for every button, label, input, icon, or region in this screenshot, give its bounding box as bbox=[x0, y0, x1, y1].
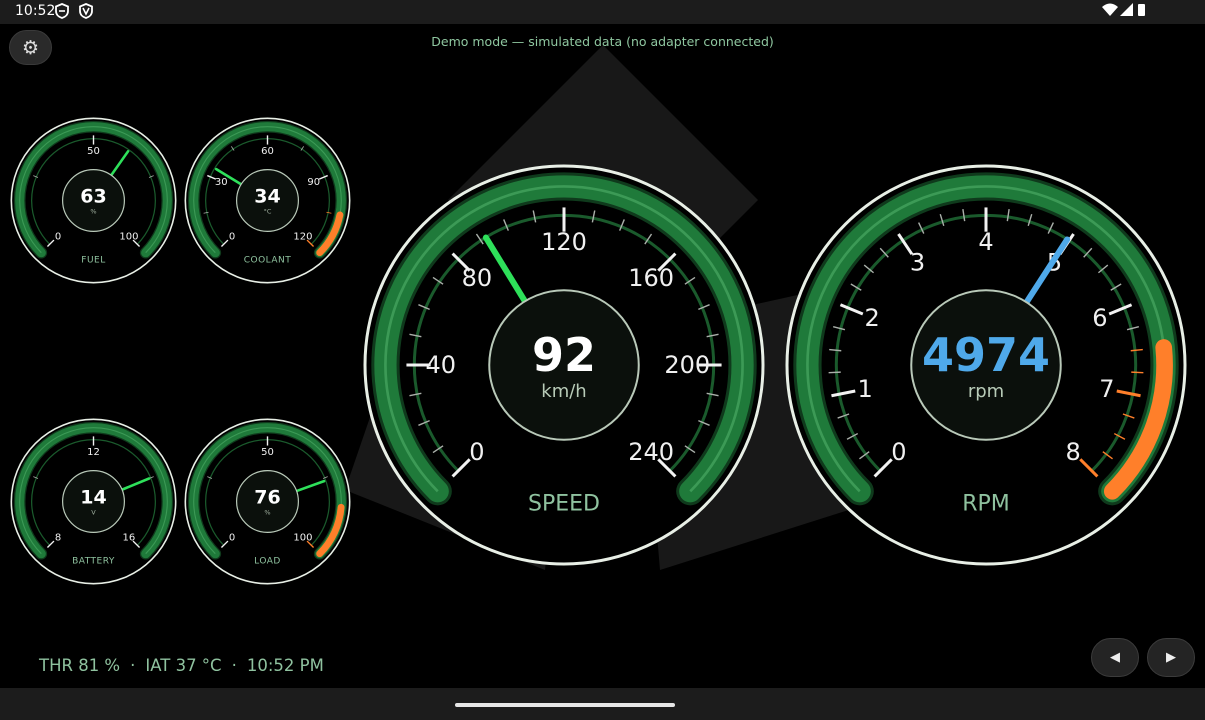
speed-tick-label: 80 bbox=[462, 264, 493, 292]
rpm-tick-label: 4 bbox=[978, 228, 993, 256]
right-arrow-icon: ▶ bbox=[1166, 650, 1176, 665]
load-tick-label: 100 bbox=[293, 532, 312, 543]
rpm-tick-label: 1 bbox=[858, 375, 873, 403]
coolant-tick-label: 120 bbox=[293, 231, 312, 242]
rpm-minor-tick bbox=[1131, 371, 1144, 374]
rpm-tick-label: 8 bbox=[1065, 438, 1080, 466]
demo-mode-banner: Demo mode — simulated data (no adapter c… bbox=[431, 34, 774, 49]
home-handle[interactable] bbox=[455, 703, 675, 707]
fuel-value: 63 bbox=[80, 186, 106, 208]
fuel-tick-label: 0 bbox=[55, 231, 61, 242]
coolant-tick-label: 90 bbox=[307, 177, 320, 188]
speed-tick-label: 160 bbox=[628, 264, 674, 292]
speed-label: SPEED bbox=[528, 491, 600, 516]
speed-tick-label: 0 bbox=[469, 438, 484, 466]
clock-readout: 10:52 PM bbox=[246, 656, 324, 675]
rpm-tick-label: 6 bbox=[1092, 304, 1107, 332]
coolant-tick-label: 0 bbox=[229, 231, 235, 242]
rpm-tick-label: 0 bbox=[891, 438, 906, 466]
battery-label: BATTERY bbox=[72, 556, 115, 566]
speed-value: 92 bbox=[532, 328, 596, 382]
rpm-tick-label: 7 bbox=[1099, 375, 1114, 403]
navigation-bar bbox=[0, 688, 1205, 720]
speed-tick-label: 200 bbox=[664, 351, 710, 379]
coolant-tick-label: 30 bbox=[215, 177, 228, 188]
rpm-tick-label: 2 bbox=[865, 304, 880, 332]
battery-tick-label: 12 bbox=[87, 447, 100, 458]
load-tick-label: 0 bbox=[229, 532, 235, 543]
fuel-label: FUEL bbox=[81, 255, 105, 265]
separator: · bbox=[231, 656, 237, 675]
battery-tick-label: 8 bbox=[55, 532, 61, 543]
throttle-readout: THR 81 % bbox=[39, 656, 121, 675]
left-arrow-icon: ◀ bbox=[1110, 650, 1120, 665]
next-page-button[interactable]: ▶ bbox=[1147, 638, 1195, 677]
rpm-tick-label: 3 bbox=[910, 249, 925, 277]
coolant-value: 34 bbox=[254, 186, 280, 208]
load-value: 76 bbox=[254, 487, 280, 509]
fuel-gauge: 0 50 100 63% FUEL bbox=[10, 117, 177, 284]
load-gauge: 0 50 100 76% LOAD bbox=[184, 418, 351, 585]
battery-tick-label: 16 bbox=[123, 532, 136, 543]
coolant-tick-label: 60 bbox=[261, 146, 274, 157]
rpm-gauge: 0123456784974rpmRPM bbox=[785, 164, 1187, 566]
speed-tick-label: 120 bbox=[541, 228, 587, 256]
coolant-label: COOLANT bbox=[244, 255, 292, 265]
load-tick-label: 50 bbox=[261, 447, 274, 458]
rpm-minor-tick bbox=[828, 371, 841, 374]
coolant-unit: °C bbox=[264, 208, 272, 216]
speed-tick-label: 240 bbox=[628, 438, 674, 466]
rpm-label: RPM bbox=[962, 491, 1010, 516]
rpm-value: 4974 bbox=[922, 328, 1050, 382]
fuel-unit: % bbox=[90, 208, 96, 216]
load-unit: % bbox=[264, 509, 270, 517]
rpm-unit: rpm bbox=[968, 381, 1004, 402]
battery-gauge: 8 12 16 14V BATTERY bbox=[10, 418, 177, 585]
speed-gauge: 0 40 80 120 160 200 240 92km/h SPEED bbox=[363, 164, 765, 566]
footer-info: THR 81 % · IAT 37 °C · 10:52 PM bbox=[39, 656, 324, 675]
fuel-tick-label: 100 bbox=[119, 231, 138, 242]
separator: · bbox=[130, 656, 136, 675]
previous-page-button[interactable]: ◀ bbox=[1091, 638, 1139, 677]
coolant-gauge: 0 30 60 90 120 34°C COOLANT bbox=[184, 117, 351, 284]
speed-tick-label: 40 bbox=[426, 351, 457, 379]
load-label: LOAD bbox=[254, 556, 281, 566]
speed-unit: km/h bbox=[541, 381, 586, 402]
fuel-tick-label: 50 bbox=[87, 146, 100, 157]
intake-temp-readout: IAT 37 °C bbox=[145, 656, 222, 675]
battery-value: 14 bbox=[80, 487, 106, 509]
battery-unit: V bbox=[91, 509, 96, 517]
